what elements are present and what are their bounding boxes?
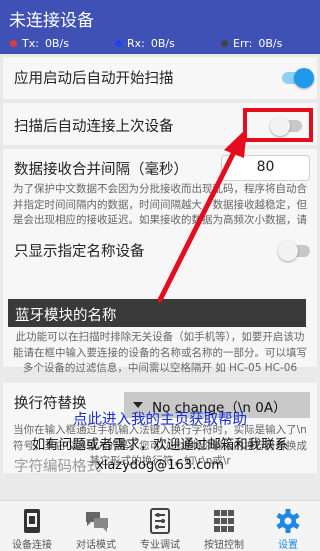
tab-label: 对话模式 [76, 540, 116, 551]
bottom-tab-bar: 设备连接 对话模式 专业调试 按钮控制 设置 [0, 500, 320, 551]
tab-pro-debug[interactable]: 专业调试 [128, 501, 192, 551]
annotation-arrow [157, 128, 247, 303]
tab-button-control[interactable]: 按钮控制 [192, 501, 256, 551]
chat-icon [86, 512, 108, 532]
keypad-icon [214, 510, 234, 532]
debug-icon [150, 508, 170, 534]
tab-label: 设备连接 [12, 540, 52, 551]
tab-device-connect[interactable]: 设备连接 [0, 501, 64, 551]
gear-icon [276, 509, 300, 533]
tab-label: 设置 [278, 540, 298, 551]
tab-chat-mode[interactable]: 对话模式 [64, 501, 128, 551]
tab-label: 按钮控制 [204, 540, 244, 551]
device-icon [24, 509, 40, 533]
tab-label: 专业调试 [140, 540, 180, 551]
tab-settings[interactable]: 设置 [256, 501, 320, 551]
